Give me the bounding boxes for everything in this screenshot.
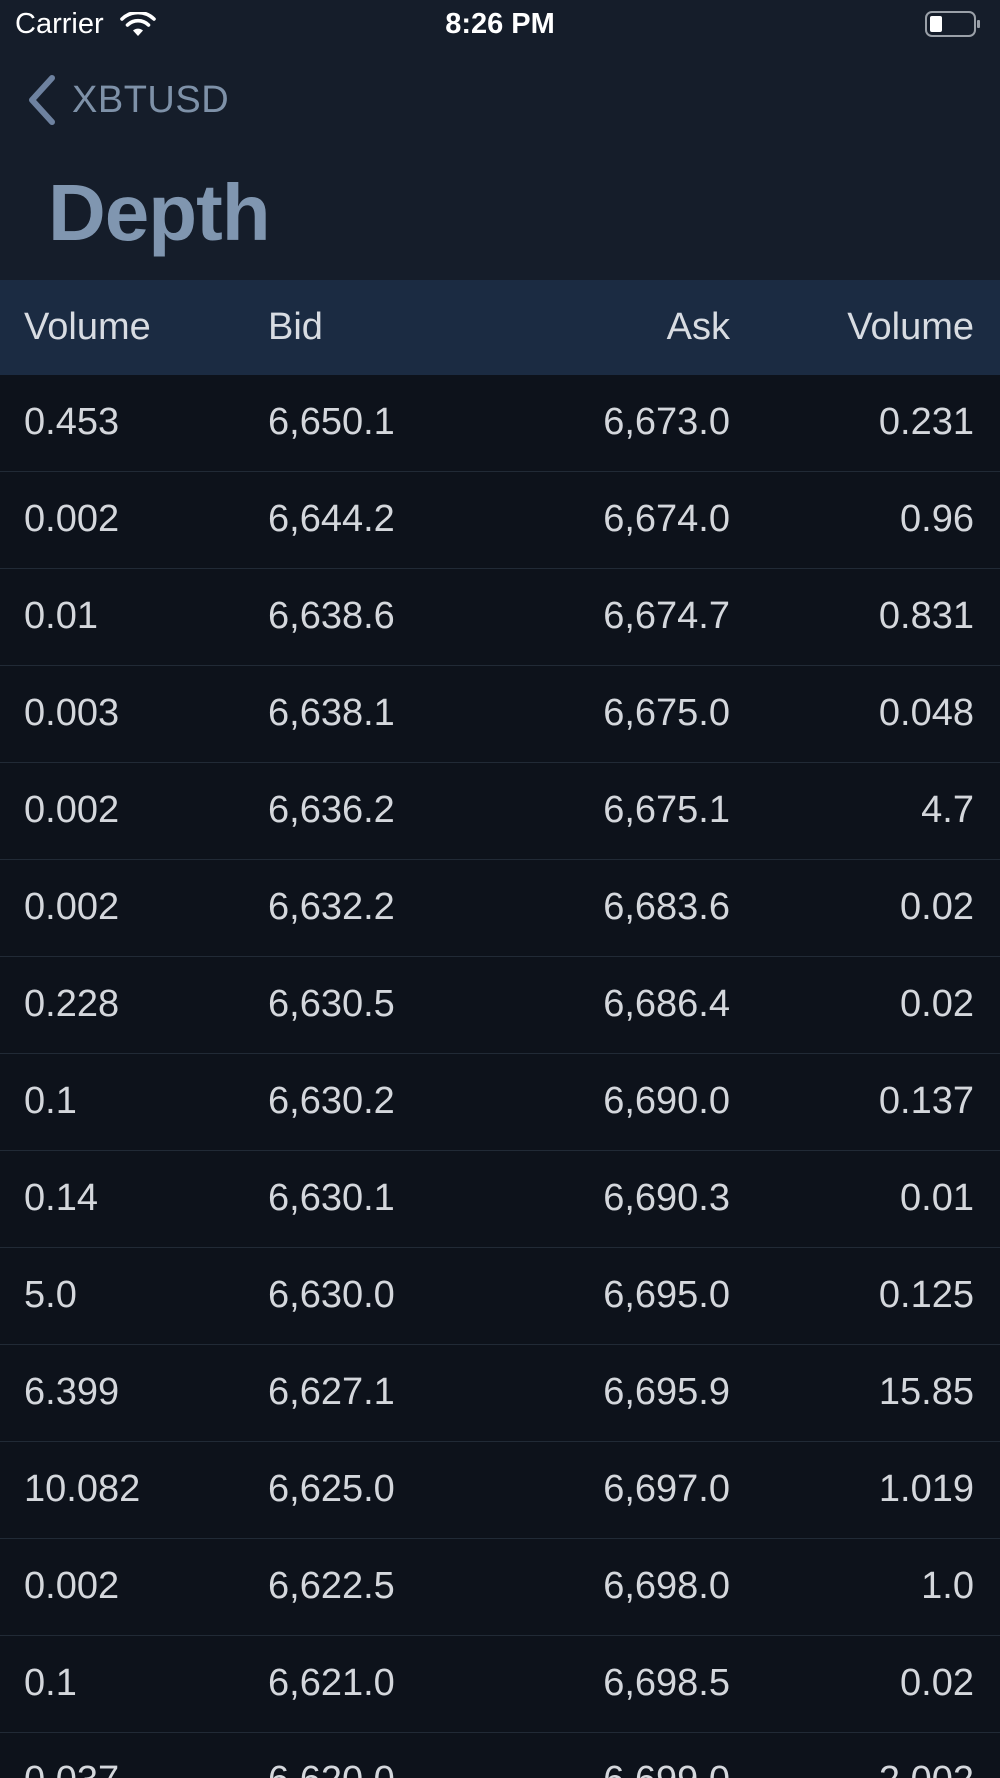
bid-price-cell: 6,638.6 <box>268 595 395 637</box>
status-bar: Carrier 8:26 PM <box>0 0 1000 50</box>
ask-volume-cell: 0.231 <box>878 401 974 443</box>
table-row[interactable]: 0.1 6,630.2 6,690.0 0.137 <box>0 1054 1000 1151</box>
ask-price-cell: 6,699.0 <box>603 1733 730 1778</box>
bid-price-cell: 6,620.0 <box>268 1733 395 1778</box>
ask-price-cell: 6,695.9 <box>603 1371 730 1413</box>
table-row[interactable]: 0.01 6,638.6 6,674.7 0.831 <box>0 569 1000 666</box>
bid-price-cell: 6,630.1 <box>268 1177 395 1219</box>
ask-price-cell: 6,690.3 <box>603 1177 730 1219</box>
table-row[interactable]: 0.1 6,621.0 6,698.5 0.02 <box>0 1636 1000 1733</box>
ask-price-cell: 6,675.1 <box>603 789 730 831</box>
table-row[interactable]: 0.037 6,620.0 6,699.0 2.002 <box>0 1733 1000 1778</box>
order-book-list[interactable]: 0.453 6,650.1 6,673.0 0.231 0.002 6,644.2 6,67… <box>0 375 1000 1778</box>
table-row[interactable]: 10.082 6,625.0 6,697.0 1.019 <box>0 1442 1000 1539</box>
bid-price-cell: 6,627.1 <box>268 1371 395 1413</box>
bid-price-cell: 6,622.5 <box>268 1565 395 1607</box>
back-button[interactable]: XBTUSD <box>24 72 229 128</box>
table-row[interactable]: 0.228 6,630.5 6,686.4 0.02 <box>0 957 1000 1054</box>
ask-price-cell: 6,697.0 <box>603 1468 730 1510</box>
table-row[interactable]: 6.399 6,627.1 6,695.9 15.85 <box>0 1345 1000 1442</box>
bid-price-cell: 6,625.0 <box>268 1468 395 1510</box>
ask-volume-cell: 1.019 <box>878 1468 974 1510</box>
ask-volume-cell: 15.85 <box>878 1371 974 1413</box>
ask-price-cell: 6,686.4 <box>603 983 730 1025</box>
bid-volume-cell: 0.453 <box>24 401 120 443</box>
ask-price-cell: 6,673.0 <box>603 401 730 443</box>
table-row[interactable]: 0.002 6,632.2 6,683.6 0.02 <box>0 860 1000 957</box>
ask-volume-cell: 0.831 <box>878 595 974 637</box>
table-row[interactable]: 0.14 6,630.1 6,690.3 0.01 <box>0 1151 1000 1248</box>
ask-volume-cell: 2.002 <box>879 1733 974 1778</box>
bid-volume-cell: 0.14 <box>24 1177 98 1219</box>
battery-icon <box>925 11 980 37</box>
ask-price-cell: 6,674.0 <box>603 498 730 540</box>
ask-price-cell: 6,690.0 <box>603 1080 730 1122</box>
bid-price-cell: 6,644.2 <box>268 498 395 540</box>
column-header-bid: Bid <box>268 306 323 348</box>
navigation-bar: Carrier 8:26 PM XBTUSD Depth <box>0 0 1000 280</box>
bid-price-cell: 6,632.2 <box>268 886 395 928</box>
bid-price-cell: 6,638.1 <box>268 692 395 734</box>
bid-volume-cell: 0.002 <box>24 498 120 540</box>
bid-volume-cell: 0.002 <box>24 886 120 928</box>
bid-volume-cell: 0.1 <box>24 1080 77 1122</box>
table-row[interactable]: 0.003 6,638.1 6,675.0 0.048 <box>0 666 1000 763</box>
bid-volume-cell: 0.228 <box>24 983 120 1025</box>
table-row[interactable]: 0.002 6,636.2 6,675.1 4.7 <box>0 763 1000 860</box>
chevron-left-icon <box>29 75 55 125</box>
table-row[interactable]: 0.002 6,644.2 6,674.0 0.96 <box>0 472 1000 569</box>
ask-volume-cell: 0.02 <box>900 983 974 1025</box>
table-header: Volume Bid Ask Volume <box>0 280 1000 375</box>
back-button-label: XBTUSD <box>72 78 230 121</box>
ask-volume-cell: 0.137 <box>878 1080 974 1122</box>
ask-price-cell: 6,698.5 <box>603 1662 730 1704</box>
ask-price-cell: 6,674.7 <box>603 595 730 637</box>
bid-price-cell: 6,630.5 <box>268 983 395 1025</box>
bid-volume-cell: 10.082 <box>24 1468 141 1510</box>
ask-volume-cell: 0.02 <box>900 1662 974 1704</box>
bid-volume-cell: 0.1 <box>24 1662 77 1704</box>
ask-price-cell: 6,683.6 <box>603 886 730 928</box>
ask-volume-cell: 0.048 <box>878 692 974 734</box>
bid-price-cell: 6,630.2 <box>268 1080 395 1122</box>
ask-volume-cell: 0.02 <box>900 886 974 928</box>
bid-volume-cell: 0.002 <box>24 789 120 831</box>
table-row[interactable]: 0.002 6,622.5 6,698.0 1.0 <box>0 1539 1000 1636</box>
bid-volume-cell: 0.01 <box>24 595 98 637</box>
column-header-bid-volume: Volume <box>24 306 151 348</box>
ask-volume-cell: 0.96 <box>900 498 974 540</box>
bid-price-cell: 6,650.1 <box>268 401 395 443</box>
page-title: Depth <box>48 168 271 257</box>
ask-volume-cell: 0.01 <box>900 1177 974 1219</box>
column-header-ask-volume: Volume <box>847 306 974 348</box>
ask-price-cell: 6,698.0 <box>603 1565 730 1607</box>
bid-price-cell: 6,630.0 <box>268 1274 395 1316</box>
bid-volume-cell: 0.003 <box>24 692 120 734</box>
table-row[interactable]: 0.453 6,650.1 6,673.0 0.231 <box>0 375 1000 472</box>
column-header-ask: Ask <box>666 306 730 348</box>
bid-price-cell: 6,621.0 <box>268 1662 395 1704</box>
table-row[interactable]: 5.0 6,630.0 6,695.0 0.125 <box>0 1248 1000 1345</box>
bid-volume-cell: 5.0 <box>24 1274 77 1316</box>
ask-price-cell: 6,675.0 <box>603 692 730 734</box>
ask-volume-cell: 0.125 <box>878 1274 974 1316</box>
ask-price-cell: 6,695.0 <box>603 1274 730 1316</box>
bid-price-cell: 6,636.2 <box>268 789 395 831</box>
ask-volume-cell: 1.0 <box>921 1565 974 1607</box>
bid-volume-cell: 0.002 <box>24 1565 120 1607</box>
bid-volume-cell: 0.037 <box>24 1733 119 1778</box>
ask-volume-cell: 4.7 <box>921 789 974 831</box>
bid-volume-cell: 6.399 <box>24 1371 120 1413</box>
clock: 8:26 PM <box>445 8 555 40</box>
